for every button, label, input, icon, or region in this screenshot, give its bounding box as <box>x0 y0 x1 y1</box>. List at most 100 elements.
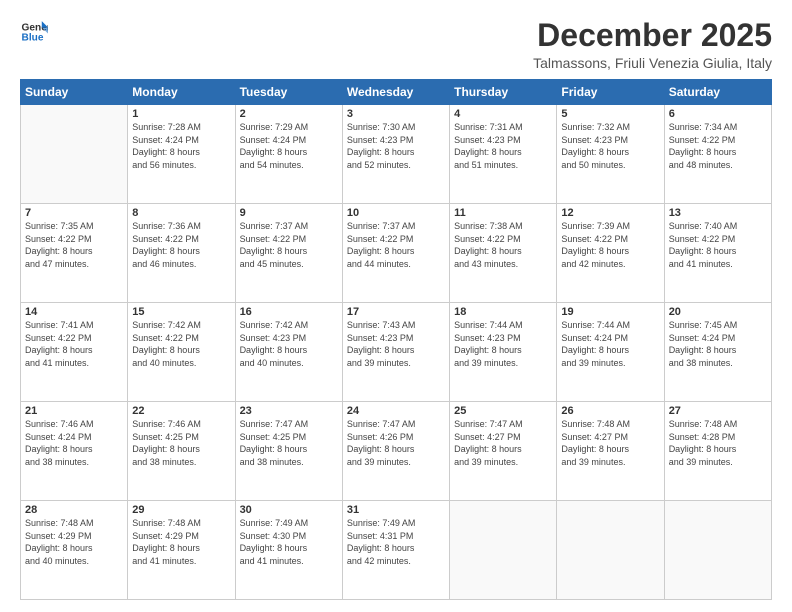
day-cell: 19Sunrise: 7:44 AM Sunset: 4:24 PM Dayli… <box>557 303 664 402</box>
day-info: Sunrise: 7:44 AM Sunset: 4:24 PM Dayligh… <box>561 319 659 369</box>
day-info: Sunrise: 7:36 AM Sunset: 4:22 PM Dayligh… <box>132 220 230 270</box>
day-cell <box>450 501 557 600</box>
day-number: 15 <box>132 306 230 318</box>
day-cell: 23Sunrise: 7:47 AM Sunset: 4:25 PM Dayli… <box>235 402 342 501</box>
location: Talmassons, Friuli Venezia Giulia, Italy <box>533 55 772 71</box>
day-cell: 14Sunrise: 7:41 AM Sunset: 4:22 PM Dayli… <box>21 303 128 402</box>
day-info: Sunrise: 7:46 AM Sunset: 4:24 PM Dayligh… <box>25 418 123 468</box>
day-info: Sunrise: 7:29 AM Sunset: 4:24 PM Dayligh… <box>240 121 338 171</box>
day-number: 18 <box>454 306 552 318</box>
day-number: 9 <box>240 207 338 219</box>
day-info: Sunrise: 7:34 AM Sunset: 4:22 PM Dayligh… <box>669 121 767 171</box>
day-cell: 11Sunrise: 7:38 AM Sunset: 4:22 PM Dayli… <box>450 204 557 303</box>
day-cell: 6Sunrise: 7:34 AM Sunset: 4:22 PM Daylig… <box>664 105 771 204</box>
day-number: 10 <box>347 207 445 219</box>
day-number: 30 <box>240 504 338 516</box>
day-cell: 5Sunrise: 7:32 AM Sunset: 4:23 PM Daylig… <box>557 105 664 204</box>
day-cell: 24Sunrise: 7:47 AM Sunset: 4:26 PM Dayli… <box>342 402 449 501</box>
day-cell <box>557 501 664 600</box>
day-number: 21 <box>25 405 123 417</box>
day-info: Sunrise: 7:48 AM Sunset: 4:28 PM Dayligh… <box>669 418 767 468</box>
day-cell: 21Sunrise: 7:46 AM Sunset: 4:24 PM Dayli… <box>21 402 128 501</box>
day-info: Sunrise: 7:31 AM Sunset: 4:23 PM Dayligh… <box>454 121 552 171</box>
day-info: Sunrise: 7:37 AM Sunset: 4:22 PM Dayligh… <box>240 220 338 270</box>
day-cell: 1Sunrise: 7:28 AM Sunset: 4:24 PM Daylig… <box>128 105 235 204</box>
day-info: Sunrise: 7:42 AM Sunset: 4:22 PM Dayligh… <box>132 319 230 369</box>
day-header-monday: Monday <box>128 80 235 105</box>
day-cell: 31Sunrise: 7:49 AM Sunset: 4:31 PM Dayli… <box>342 501 449 600</box>
day-number: 17 <box>347 306 445 318</box>
day-number: 26 <box>561 405 659 417</box>
day-info: Sunrise: 7:32 AM Sunset: 4:23 PM Dayligh… <box>561 121 659 171</box>
day-info: Sunrise: 7:39 AM Sunset: 4:22 PM Dayligh… <box>561 220 659 270</box>
day-info: Sunrise: 7:37 AM Sunset: 4:22 PM Dayligh… <box>347 220 445 270</box>
day-header-wednesday: Wednesday <box>342 80 449 105</box>
day-info: Sunrise: 7:40 AM Sunset: 4:22 PM Dayligh… <box>669 220 767 270</box>
day-cell: 15Sunrise: 7:42 AM Sunset: 4:22 PM Dayli… <box>128 303 235 402</box>
day-cell: 26Sunrise: 7:48 AM Sunset: 4:27 PM Dayli… <box>557 402 664 501</box>
day-cell: 3Sunrise: 7:30 AM Sunset: 4:23 PM Daylig… <box>342 105 449 204</box>
day-number: 19 <box>561 306 659 318</box>
day-number: 16 <box>240 306 338 318</box>
day-info: Sunrise: 7:28 AM Sunset: 4:24 PM Dayligh… <box>132 121 230 171</box>
day-info: Sunrise: 7:35 AM Sunset: 4:22 PM Dayligh… <box>25 220 123 270</box>
day-number: 25 <box>454 405 552 417</box>
week-row-4: 28Sunrise: 7:48 AM Sunset: 4:29 PM Dayli… <box>21 501 772 600</box>
day-number: 1 <box>132 108 230 120</box>
day-cell: 22Sunrise: 7:46 AM Sunset: 4:25 PM Dayli… <box>128 402 235 501</box>
day-header-thursday: Thursday <box>450 80 557 105</box>
day-number: 11 <box>454 207 552 219</box>
day-info: Sunrise: 7:47 AM Sunset: 4:27 PM Dayligh… <box>454 418 552 468</box>
day-number: 31 <box>347 504 445 516</box>
week-row-3: 21Sunrise: 7:46 AM Sunset: 4:24 PM Dayli… <box>21 402 772 501</box>
day-cell: 30Sunrise: 7:49 AM Sunset: 4:30 PM Dayli… <box>235 501 342 600</box>
day-info: Sunrise: 7:48 AM Sunset: 4:29 PM Dayligh… <box>25 517 123 567</box>
day-cell: 4Sunrise: 7:31 AM Sunset: 4:23 PM Daylig… <box>450 105 557 204</box>
day-cell <box>21 105 128 204</box>
day-info: Sunrise: 7:45 AM Sunset: 4:24 PM Dayligh… <box>669 319 767 369</box>
day-info: Sunrise: 7:48 AM Sunset: 4:27 PM Dayligh… <box>561 418 659 468</box>
calendar: SundayMondayTuesdayWednesdayThursdayFrid… <box>20 79 772 600</box>
title-block: December 2025 Talmassons, Friuli Venezia… <box>533 18 772 71</box>
day-cell: 18Sunrise: 7:44 AM Sunset: 4:23 PM Dayli… <box>450 303 557 402</box>
logo-icon: General Blue <box>20 18 48 46</box>
day-header-friday: Friday <box>557 80 664 105</box>
header-row: SundayMondayTuesdayWednesdayThursdayFrid… <box>21 80 772 105</box>
week-row-0: 1Sunrise: 7:28 AM Sunset: 4:24 PM Daylig… <box>21 105 772 204</box>
day-number: 28 <box>25 504 123 516</box>
day-number: 4 <box>454 108 552 120</box>
day-cell: 27Sunrise: 7:48 AM Sunset: 4:28 PM Dayli… <box>664 402 771 501</box>
day-number: 14 <box>25 306 123 318</box>
week-row-1: 7Sunrise: 7:35 AM Sunset: 4:22 PM Daylig… <box>21 204 772 303</box>
day-number: 22 <box>132 405 230 417</box>
day-header-saturday: Saturday <box>664 80 771 105</box>
day-header-tuesday: Tuesday <box>235 80 342 105</box>
day-cell: 2Sunrise: 7:29 AM Sunset: 4:24 PM Daylig… <box>235 105 342 204</box>
day-cell: 12Sunrise: 7:39 AM Sunset: 4:22 PM Dayli… <box>557 204 664 303</box>
day-number: 13 <box>669 207 767 219</box>
day-number: 12 <box>561 207 659 219</box>
day-number: 24 <box>347 405 445 417</box>
day-info: Sunrise: 7:43 AM Sunset: 4:23 PM Dayligh… <box>347 319 445 369</box>
day-cell: 28Sunrise: 7:48 AM Sunset: 4:29 PM Dayli… <box>21 501 128 600</box>
day-cell: 25Sunrise: 7:47 AM Sunset: 4:27 PM Dayli… <box>450 402 557 501</box>
day-info: Sunrise: 7:42 AM Sunset: 4:23 PM Dayligh… <box>240 319 338 369</box>
day-info: Sunrise: 7:38 AM Sunset: 4:22 PM Dayligh… <box>454 220 552 270</box>
day-cell: 17Sunrise: 7:43 AM Sunset: 4:23 PM Dayli… <box>342 303 449 402</box>
day-cell <box>664 501 771 600</box>
day-cell: 8Sunrise: 7:36 AM Sunset: 4:22 PM Daylig… <box>128 204 235 303</box>
day-number: 6 <box>669 108 767 120</box>
day-cell: 16Sunrise: 7:42 AM Sunset: 4:23 PM Dayli… <box>235 303 342 402</box>
day-cell: 10Sunrise: 7:37 AM Sunset: 4:22 PM Dayli… <box>342 204 449 303</box>
day-info: Sunrise: 7:44 AM Sunset: 4:23 PM Dayligh… <box>454 319 552 369</box>
svg-text:Blue: Blue <box>22 33 44 44</box>
day-cell: 9Sunrise: 7:37 AM Sunset: 4:22 PM Daylig… <box>235 204 342 303</box>
day-info: Sunrise: 7:46 AM Sunset: 4:25 PM Dayligh… <box>132 418 230 468</box>
day-number: 23 <box>240 405 338 417</box>
day-cell: 20Sunrise: 7:45 AM Sunset: 4:24 PM Dayli… <box>664 303 771 402</box>
day-info: Sunrise: 7:48 AM Sunset: 4:29 PM Dayligh… <box>132 517 230 567</box>
day-cell: 29Sunrise: 7:48 AM Sunset: 4:29 PM Dayli… <box>128 501 235 600</box>
day-number: 29 <box>132 504 230 516</box>
day-number: 7 <box>25 207 123 219</box>
day-number: 2 <box>240 108 338 120</box>
